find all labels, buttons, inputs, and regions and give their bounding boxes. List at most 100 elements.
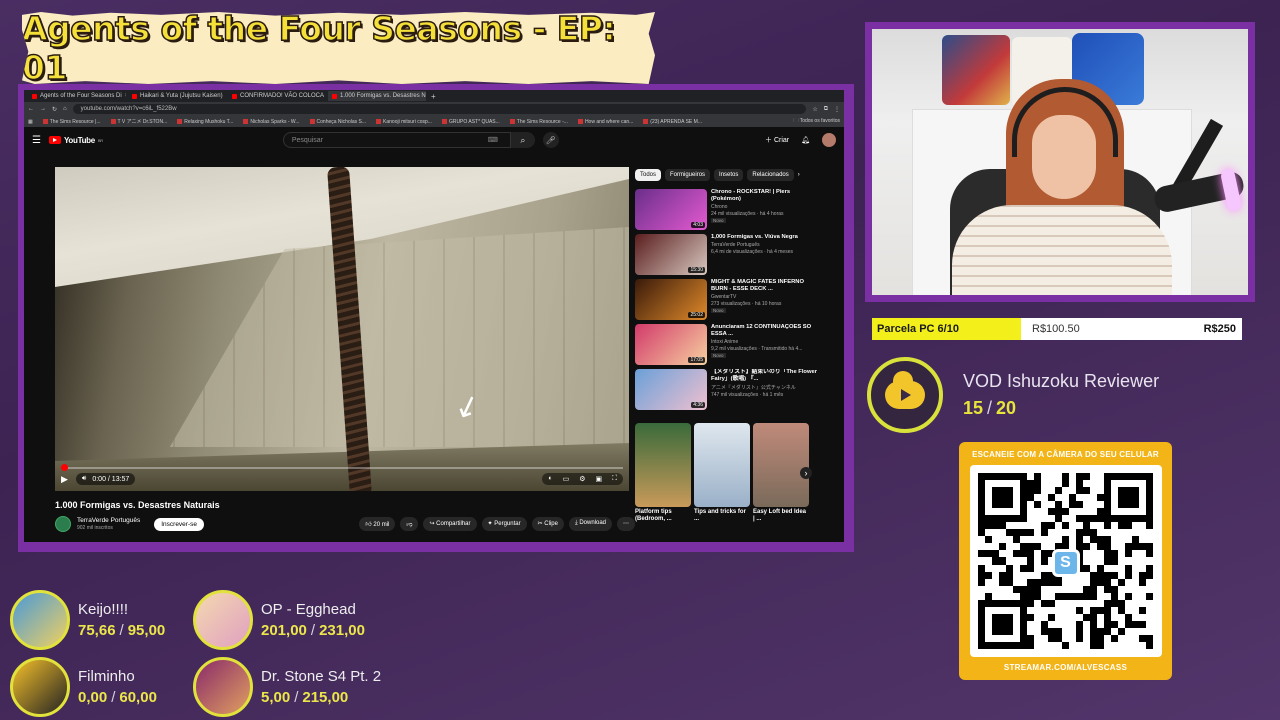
video-progress-bar[interactable]	[61, 464, 623, 471]
fullscreen-icon[interactable]: ⛶	[612, 475, 617, 483]
reload-icon[interactable]: ↻	[52, 106, 57, 113]
play-icon[interactable]: ▶	[61, 474, 68, 485]
video-thumbnail[interactable]: 4:03	[635, 189, 707, 230]
short-thumbnail[interactable]	[635, 423, 691, 507]
hamburger-menu-icon[interactable]: ☰	[32, 135, 41, 146]
recommendation-channel[interactable]: Intoxi Anime	[711, 339, 821, 345]
settings-gear-icon[interactable]: ⚙	[579, 475, 585, 483]
search-button[interactable]: ⌕	[510, 132, 535, 148]
bookmark-item[interactable]: Nicholas Sparks - W...	[243, 119, 300, 125]
recommendation-channel[interactable]: GwentarTV	[711, 294, 821, 300]
subtitles-icon[interactable]: ▭	[563, 475, 570, 483]
autoplay-toggle-icon[interactable]: ◐	[548, 475, 552, 483]
streamer-sweater	[952, 205, 1172, 295]
recommendation-item[interactable]: 4:36 【メダリスト】結束いのり「The Flower Fairy」(歌唱) 『…	[635, 369, 821, 412]
recommendation-title[interactable]: MIGHT & MAGIC FATES INFERNO BURN - ESSE …	[711, 279, 821, 293]
short-thumbnail[interactable]	[694, 423, 750, 507]
extensions-icon[interactable]: ⧉	[824, 106, 828, 113]
miniplayer-icon[interactable]: ▣	[595, 475, 602, 483]
plus-icon: ＋	[764, 137, 772, 144]
video-thumbnail[interactable]: 15:30	[635, 234, 707, 275]
browser-window: Agents of the Four Seasons Di× Haikari &…	[24, 90, 844, 542]
recommendation-title[interactable]: Chrono - ROCKSTAR! | Piers (Pokémon)	[711, 189, 821, 203]
recommendation-item[interactable]: 25:02 MIGHT & MAGIC FATES INFERNO BURN - …	[635, 279, 821, 322]
search-icon: ⌕	[520, 134, 526, 145]
volume-icon[interactable]: 🔊︎	[82, 475, 86, 483]
short-thumbnail[interactable]	[753, 423, 809, 507]
video-thumbnail[interactable]: 17:05	[635, 324, 707, 365]
keyboard-icon[interactable]: ⌨	[488, 136, 510, 144]
all-bookmarks-folder[interactable]: 🗀 Todos os favoritos	[793, 118, 844, 126]
recommendation-item[interactable]: 17:05 Anunciaram 12 CONTINUAÇÕES SÓ ESSA …	[635, 324, 821, 367]
short-title: Tips and tricks for ...	[694, 509, 746, 523]
video-duration: 4:03	[691, 222, 705, 228]
vod-progress: 15/20	[963, 398, 1017, 418]
close-tab-icon[interactable]: ×	[125, 93, 126, 99]
forward-icon[interactable]: →	[40, 106, 46, 112]
chip-related[interactable]: Relacionados	[747, 169, 794, 181]
recommendation-title[interactable]: 【メダリスト】結束いのり「The Flower Fairy」(歌唱) 『...	[711, 369, 821, 383]
bookmark-item[interactable]: Kanooji mitsuri cosp...	[376, 119, 432, 125]
share-button[interactable]: ↪ Compartilhar	[423, 517, 477, 531]
create-button[interactable]: ＋ Criar	[765, 135, 789, 145]
bookmark-star-icon[interactable]: ☆	[812, 106, 817, 113]
notifications-bell-icon[interactable]: 🔔︎	[801, 136, 810, 144]
dislike-button[interactable]: 👎︎	[400, 517, 419, 531]
recommendation-title[interactable]: 1,000 Formigas vs. Viúva Negra	[711, 234, 798, 241]
bookmark-item[interactable]: The Sims Resource -...	[509, 119, 568, 125]
video-thumbnail[interactable]: 25:02	[635, 279, 707, 320]
player-right-controls: ◐ ▭ ⚙ ▣ ⛶	[542, 473, 623, 485]
goal-values: 5,00/215,00	[261, 689, 349, 706]
bookmark-item[interactable]: Conheça Nicholas S...	[309, 119, 366, 125]
bookmark-item[interactable]: How and where can...	[577, 119, 633, 125]
home-icon[interactable]: ⌂	[63, 106, 67, 112]
bookmark-item[interactable]: Relaxing Mushoku T...	[177, 119, 233, 125]
address-bar[interactable]: youtube.com/watch?v=c6iL_f522Bw	[72, 104, 807, 114]
recommendation-item[interactable]: 4:03 Chrono - ROCKSTAR! | Piers (Pokémon)…	[635, 189, 821, 232]
search-input[interactable]: Pesquisar ⌨	[282, 132, 511, 148]
download-button[interactable]: ⤓ Download	[568, 517, 612, 531]
streamar-logo-icon: S	[1051, 549, 1080, 577]
bookmark-item[interactable]: GRUPO AST* QUAS...	[441, 119, 500, 125]
voice-search-button[interactable]: 🎤︎	[542, 132, 559, 148]
browser-tab[interactable]: Haikari & Yuta (Jujutsu Kaisen)×	[128, 91, 226, 101]
browser-tab[interactable]: CONFIRMADO! VÃO COLOCA×	[228, 91, 326, 101]
youtube-header: ☰ YouTube BR Pesquisar ⌨ ⌕ 🎤︎ ＋ Criar 🔔︎	[24, 127, 844, 153]
account-avatar[interactable]	[822, 133, 836, 147]
bookmark-item[interactable]: (23) APRENDA SE M...	[643, 119, 702, 125]
chip-insects[interactable]: Insetos	[714, 169, 744, 181]
channel-name[interactable]: TerraVerde Português	[77, 517, 140, 524]
recommendation-channel[interactable]: TerraVerde Português	[711, 242, 798, 248]
bookmark-item[interactable]: T V アニメ Dr.STON...	[110, 118, 167, 125]
episode-title: Agents of the Four Seasons - EP: 01	[22, 9, 616, 87]
back-icon[interactable]: ←	[28, 106, 34, 112]
browser-tab-active[interactable]: 1.000 Formigas vs. Desastres N×	[328, 91, 426, 101]
youtube-logo[interactable]: YouTube BR	[48, 136, 103, 145]
short-item[interactable]: Platform tips (Bedroom, ...	[635, 423, 691, 523]
video-player[interactable]: ↙ ▶ 🔊︎ 0:00 / 13:57 ◐ ▭ ⚙ ▣ ⛶	[55, 167, 629, 491]
clip-button[interactable]: ✂ Clipe	[531, 517, 564, 531]
new-tab-icon[interactable]: +	[428, 92, 439, 101]
chevron-right-icon[interactable]: ›	[798, 169, 800, 181]
like-button[interactable]: 👍︎ 20 mil	[359, 517, 396, 531]
channel-avatar[interactable]	[55, 516, 71, 532]
more-actions-button[interactable]: ⋯	[617, 517, 635, 531]
progress-scrubber[interactable]	[61, 464, 68, 471]
bookmark-item[interactable]: The Sims Resource |...	[42, 119, 101, 125]
youtube-favicon-icon	[232, 93, 237, 99]
recommendation-channel[interactable]: アニメ『メダリスト』公式チャンネル	[711, 384, 821, 391]
chip-anthills[interactable]: Formigueiros	[665, 169, 711, 181]
apps-grid-icon[interactable]: ▦	[28, 119, 33, 125]
recommendation-channel[interactable]: Chrono	[711, 204, 821, 210]
video-thumbnail[interactable]: 4:36	[635, 369, 707, 410]
menu-dots-icon[interactable]: ⋮	[834, 106, 840, 113]
browser-tab[interactable]: Agents of the Four Seasons Di×	[28, 91, 126, 101]
shorts-next-icon[interactable]: ›	[800, 467, 812, 480]
recommendation-meta: 747 mil visualizações · há 1 mês	[711, 391, 784, 398]
recommendation-title[interactable]: Anunciaram 12 CONTINUAÇÕES SÓ ESSA ...	[711, 324, 821, 338]
recommendation-item[interactable]: 15:30 1,000 Formigas vs. Viúva Negra Terra…	[635, 234, 821, 277]
short-item[interactable]: Tips and tricks for ...	[694, 423, 750, 523]
ask-button[interactable]: ✦ Perguntar	[481, 517, 527, 531]
subscribe-button[interactable]: Inscrever-se	[154, 517, 204, 531]
chip-all[interactable]: Todos	[635, 169, 662, 181]
